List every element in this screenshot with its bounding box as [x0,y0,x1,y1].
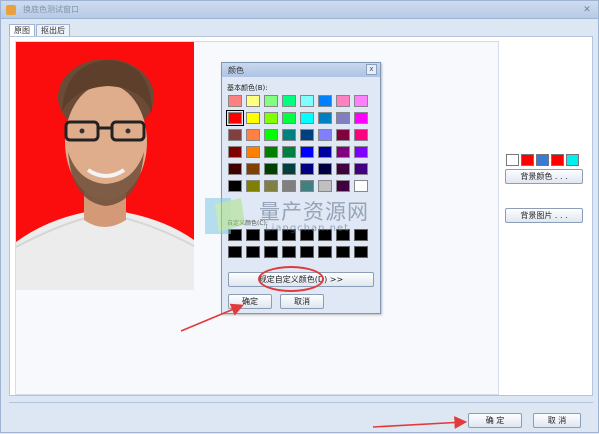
basic-color-cell[interactable] [228,180,242,192]
dialog-cancel-button[interactable]: 取消 [280,294,324,309]
custom-color-cell[interactable] [318,246,332,258]
swatch[interactable] [551,154,564,166]
basic-color-cell[interactable] [226,110,244,126]
custom-color-cell[interactable] [246,229,260,241]
basic-color-cell[interactable] [246,95,260,107]
custom-color-cell[interactable] [318,229,332,241]
basic-color-cell[interactable] [354,163,368,175]
custom-color-cell[interactable] [354,246,368,258]
basic-color-cell[interactable] [228,146,242,158]
color-dialog-title-bar: 颜色 x [222,63,380,77]
basic-color-cell[interactable] [336,163,350,175]
basic-color-cell[interactable] [228,163,242,175]
close-icon[interactable]: x [366,64,377,75]
dialog-ok-button[interactable]: 确定 [228,294,272,309]
swatch[interactable] [506,154,519,166]
basic-color-cell[interactable] [282,180,296,192]
basic-color-cell[interactable] [336,180,350,192]
swatch[interactable] [566,154,579,166]
custom-color-cell[interactable] [282,229,296,241]
annotation-arrow [372,416,468,429]
basic-color-cell[interactable] [318,129,332,141]
basic-color-cell[interactable] [282,112,296,124]
basic-color-cell[interactable] [300,112,314,124]
basic-color-cell[interactable] [246,180,260,192]
custom-color-cell[interactable] [228,229,242,241]
custom-color-cell[interactable] [282,246,296,258]
basic-color-cell[interactable] [228,129,242,141]
basic-color-cell[interactable] [246,163,260,175]
basic-color-cell[interactable] [318,112,332,124]
basic-color-cell[interactable] [264,95,278,107]
basic-color-cell[interactable] [336,112,350,124]
basic-color-cell[interactable] [246,129,260,141]
basic-color-cell[interactable] [264,180,278,192]
basic-color-cell[interactable] [336,95,350,107]
basic-color-cell[interactable] [264,163,278,175]
custom-color-cell[interactable] [264,246,278,258]
background-color-swatches [506,154,579,166]
basic-color-cell[interactable] [354,146,368,158]
background-image-button[interactable]: 背景图片 . . . [505,208,583,223]
background-color-button[interactable]: 背景颜色 . . . [505,169,583,184]
basic-color-cell[interactable] [354,112,368,124]
portrait-image [16,42,194,290]
basic-color-cell[interactable] [282,95,296,107]
basic-color-cell[interactable] [318,163,332,175]
custom-color-cell[interactable] [228,246,242,258]
basic-color-cell[interactable] [264,112,278,124]
basic-color-cell[interactable] [300,95,314,107]
window-title: 换底色测试窗口 [23,5,79,14]
basic-color-cell[interactable] [246,112,260,124]
app-icon [6,5,16,15]
basic-color-cell[interactable] [228,95,242,107]
custom-color-cell[interactable] [246,246,260,258]
main-window: 换底色测试窗口 ✕ 原图 抠出后 背景颜色 . . . 背景图片 . . . 确… [0,0,599,433]
custom-color-cell[interactable] [264,229,278,241]
basic-color-cell[interactable] [354,180,368,192]
custom-color-cell[interactable] [336,246,350,258]
cancel-button[interactable]: 取 消 [533,413,581,428]
basic-color-cell[interactable] [336,129,350,141]
color-dialog-title: 颜色 [228,66,244,75]
basic-color-cell[interactable] [318,95,332,107]
swatch[interactable] [536,154,549,166]
basic-color-cell[interactable] [300,146,314,158]
basic-color-cell[interactable] [282,129,296,141]
basic-color-grid [226,95,368,192]
basic-color-cell[interactable] [282,146,296,158]
portrait-photo [16,42,194,290]
ok-button[interactable]: 确 定 [468,413,522,428]
divider [9,402,593,403]
swatch[interactable] [521,154,534,166]
annotation-ellipse [258,266,324,292]
basic-color-cell[interactable] [336,146,350,158]
basic-color-cell[interactable] [264,146,278,158]
custom-color-cell[interactable] [336,229,350,241]
custom-color-cell[interactable] [300,229,314,241]
basic-color-cell[interactable] [300,163,314,175]
custom-color-cell[interactable] [300,246,314,258]
basic-color-cell[interactable] [318,146,332,158]
custom-colors-label: 自定义颜色(C): [227,220,268,227]
basic-color-cell[interactable] [246,146,260,158]
title-bar: 换底色测试窗口 ✕ [1,1,598,19]
basic-color-cell[interactable] [300,180,314,192]
basic-color-cell[interactable] [264,129,278,141]
basic-color-cell[interactable] [354,129,368,141]
custom-color-grid [228,229,368,258]
basic-color-cell[interactable] [318,180,332,192]
close-icon[interactable]: ✕ [581,4,593,16]
basic-color-cell[interactable] [300,129,314,141]
basic-color-cell[interactable] [354,95,368,107]
basic-colors-label: 基本颜色(B): [227,84,268,92]
custom-color-cell[interactable] [354,229,368,241]
basic-color-cell[interactable] [282,163,296,175]
